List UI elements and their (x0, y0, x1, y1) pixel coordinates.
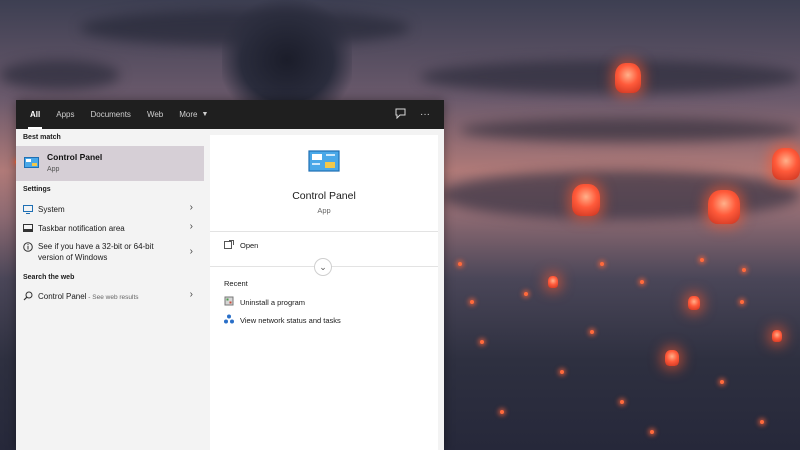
best-match-result[interactable]: Control Panel App (16, 146, 204, 181)
web-result-sub: - See web results (86, 294, 139, 301)
control-panel-large-icon (308, 150, 340, 174)
settings-item-label: System (38, 205, 65, 214)
best-match-title: Control Panel (47, 152, 103, 162)
preview-app-title: Control Panel (292, 190, 356, 202)
monitor-icon (23, 204, 33, 214)
chevron-right-icon: › (189, 202, 193, 213)
best-match-heading: Best match (23, 134, 61, 141)
tab-documents-label: Documents (90, 110, 131, 119)
chevron-right-icon: › (189, 246, 193, 257)
web-result-control-panel[interactable]: Control Panel - See web results › (16, 287, 204, 305)
feedback-icon[interactable] (395, 108, 406, 122)
tab-more-label: More (179, 110, 198, 119)
results-list: Best match Control Panel App Settings Sy… (16, 129, 204, 450)
start-search-panel: All Apps Documents Web More ▼ ··· Best ma… (16, 100, 444, 450)
preview-pane: Control Panel App Open ⌄ Recent Uninstal… (210, 135, 438, 450)
tab-apps[interactable]: Apps (48, 100, 82, 129)
tab-documents[interactable]: Documents (82, 100, 138, 129)
programs-icon (224, 296, 234, 308)
info-icon (23, 242, 33, 252)
tab-apps-label: Apps (56, 110, 75, 119)
web-result-title: Control Panel (38, 292, 87, 301)
open-icon (224, 240, 234, 251)
settings-item-label: Taskbar notification area (38, 224, 125, 233)
open-label: Open (240, 241, 259, 250)
recent-heading: Recent (224, 279, 248, 288)
network-icon (224, 314, 234, 326)
more-options-icon[interactable]: ··· (420, 109, 430, 120)
tab-more[interactable]: More ▼ (171, 100, 216, 129)
expand-chevron-button[interactable]: ⌄ (314, 258, 332, 276)
best-match-subtitle: App (47, 166, 60, 173)
settings-item-taskbar[interactable]: Taskbar notification area › (16, 219, 204, 237)
recent-item-network[interactable]: View network status and tasks (224, 314, 341, 326)
settings-item-system[interactable]: System › (16, 200, 204, 218)
tab-web-label: Web (146, 110, 164, 119)
settings-item-windows-version[interactable]: See if you have a 32-bit or 64-bit versi… (16, 239, 204, 267)
search-web-heading: Search the web (23, 274, 75, 281)
tab-all[interactable]: All (16, 100, 48, 129)
chevron-down-icon: ⌄ (319, 261, 327, 272)
recent-item-uninstall[interactable]: Uninstall a program (224, 296, 305, 308)
search-icon (23, 291, 33, 301)
recent-item-label: View network status and tasks (240, 315, 341, 325)
settings-heading: Settings (23, 186, 51, 193)
chevron-right-icon: › (189, 289, 193, 300)
chevron-right-icon: › (189, 221, 193, 232)
control-panel-icon (24, 156, 39, 168)
web-result-label: Control Panel - See web results (38, 291, 139, 303)
preview-app-type: App (317, 206, 331, 215)
taskbar-icon (23, 223, 33, 233)
caret-down-icon: ▼ (201, 111, 209, 118)
open-action[interactable]: Open (224, 240, 258, 251)
settings-item-label-line1: See if you have a 32-bit or 64-bit (38, 242, 154, 251)
search-filter-bar: All Apps Documents Web More ▼ ··· (16, 100, 444, 129)
divider (210, 231, 438, 232)
recent-item-label: Uninstall a program (240, 297, 306, 307)
tab-web[interactable]: Web (139, 100, 171, 129)
settings-item-label-line2: version of Windows (38, 253, 108, 262)
tab-all-label: All (30, 110, 41, 119)
